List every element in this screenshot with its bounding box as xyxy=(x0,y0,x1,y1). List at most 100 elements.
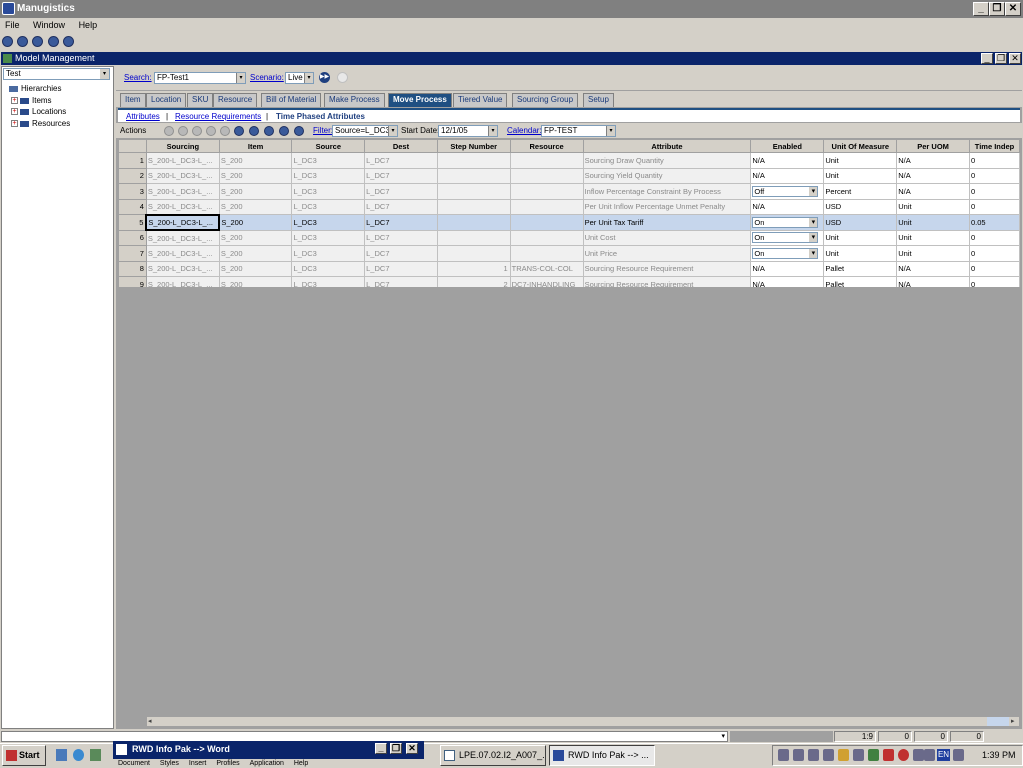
enabled-dropdown[interactable]: On xyxy=(752,247,819,259)
column-header[interactable]: Dest xyxy=(364,139,438,153)
cell-time[interactable]: 0 xyxy=(968,198,1020,215)
cell-step[interactable] xyxy=(436,167,511,184)
enabled-dropdown[interactable]: Off xyxy=(752,185,819,197)
cell-enabled[interactable]: Off xyxy=(750,183,825,200)
cell-uom[interactable]: Unit xyxy=(823,152,898,169)
help-icon[interactable] xyxy=(62,36,74,47)
model-icon[interactable] xyxy=(32,36,44,47)
table-row[interactable]: 2 S_200-L_DC3-L_... S_200 L_DC3 L_DC7 Sourcin… xyxy=(118,167,1020,184)
tab-location[interactable]: Location xyxy=(146,93,187,107)
calendar-link[interactable]: Calendar: xyxy=(507,123,542,138)
child-restore-button[interactable]: ❐ xyxy=(995,53,1007,64)
cell-dest[interactable]: L_DC7 xyxy=(364,276,438,287)
restore-button[interactable]: ❐ xyxy=(989,2,1005,16)
taskbar-button-rwd[interactable]: RWD Info Pak --> ... xyxy=(549,745,655,766)
cell-attribute[interactable]: Sourcing Draw Quantity xyxy=(582,152,752,169)
cell-enabled[interactable]: On xyxy=(750,229,825,246)
refresh-grid-icon[interactable] xyxy=(279,126,289,136)
cell-time[interactable]: 0.05 xyxy=(968,214,1020,231)
cell-time[interactable]: 0 xyxy=(968,183,1020,200)
cell-per_uom[interactable]: Unit xyxy=(896,214,970,231)
clear-icon[interactable] xyxy=(337,72,348,83)
quicklaunch-desktop-icon[interactable] xyxy=(56,749,67,761)
cell-item[interactable]: S_200 xyxy=(218,260,293,277)
tray-antivirus-icon[interactable] xyxy=(883,749,894,761)
minimize-button[interactable]: _ xyxy=(973,2,989,16)
cell-per_uom[interactable]: N/A xyxy=(896,260,970,277)
cell-enabled[interactable]: On xyxy=(750,214,825,231)
word-menu-document[interactable]: Document xyxy=(118,760,150,767)
start-date-field[interactable]: 12/1/05 ▾ xyxy=(438,125,498,137)
cell-dest[interactable]: L_DC7 xyxy=(364,198,438,215)
language-indicator[interactable]: EN xyxy=(937,749,950,761)
tab-sourcing-group[interactable]: Sourcing Group xyxy=(512,93,579,107)
cell-resource[interactable]: TRANS-COL-COL xyxy=(509,260,584,277)
word-menu-help[interactable]: Help xyxy=(294,760,308,767)
cell-attribute[interactable]: Sourcing Yield Quantity xyxy=(582,167,752,184)
cell-item[interactable]: S_200 xyxy=(218,167,293,184)
cell-resource[interactable] xyxy=(509,229,584,246)
cell-resource[interactable] xyxy=(509,198,584,215)
tray-monitor-icon[interactable] xyxy=(823,749,834,761)
cell-dest[interactable]: L_DC7 xyxy=(364,229,438,246)
cell-per_uom[interactable]: Unit xyxy=(896,245,970,262)
chevron-down-icon[interactable]: ▾ xyxy=(721,732,725,740)
cell-uom[interactable]: Pallet xyxy=(823,260,898,277)
column-header[interactable]: Unit Of Measure xyxy=(823,139,898,153)
child-close-button[interactable]: ✕ xyxy=(1009,53,1021,64)
row-number[interactable]: 3 xyxy=(118,183,147,200)
filter-link[interactable]: Filter: xyxy=(313,123,333,138)
cell-resource[interactable] xyxy=(509,183,584,200)
row-number[interactable]: 1 xyxy=(118,152,147,169)
tray-security-icon[interactable] xyxy=(838,749,849,761)
tree-item-resources[interactable]: + Resources xyxy=(11,118,70,129)
cell-source[interactable]: L_DC3 xyxy=(291,245,366,262)
cell-item[interactable]: S_200 xyxy=(218,245,293,262)
word-close-button[interactable]: ✕ xyxy=(406,743,418,754)
table-row[interactable]: 6 S_200-L_DC3-L_... S_200 L_DC3 L_DC7 Unit Co… xyxy=(118,229,1020,246)
word-menu-insert[interactable]: Insert xyxy=(189,760,207,767)
tray-alert-icon[interactable] xyxy=(898,749,909,761)
table-row[interactable]: 3 S_200-L_DC3-L_... S_200 L_DC3 L_DC7 Inflow … xyxy=(118,183,1020,200)
cell-resource[interactable] xyxy=(509,245,584,262)
copy-row-icon[interactable] xyxy=(178,126,188,136)
cell-per_uom[interactable]: N/A xyxy=(896,183,970,200)
cell-dest[interactable]: L_DC7 xyxy=(364,260,438,277)
chevron-down-icon[interactable]: ▾ xyxy=(606,126,615,136)
tab-item[interactable]: Item xyxy=(120,93,146,107)
chevron-down-icon[interactable]: ▾ xyxy=(304,73,313,83)
tray-sync-icon[interactable] xyxy=(868,749,879,761)
cell-enabled[interactable]: N/A xyxy=(750,276,825,287)
cell-step[interactable]: 1 xyxy=(436,260,511,277)
column-header[interactable]: Step Number xyxy=(436,139,511,153)
table-row[interactable]: 8 S_200-L_DC3-L_... S_200 L_DC3 L_DC7 1 TRANS-… xyxy=(118,260,1020,277)
cell-dest[interactable]: L_DC7 xyxy=(364,183,438,200)
chevron-down-icon[interactable]: ▾ xyxy=(388,126,397,136)
calendar-combo[interactable]: FP-TEST ▾ xyxy=(541,125,616,137)
word-minimize-button[interactable]: _ xyxy=(375,743,387,754)
redo-icon[interactable] xyxy=(220,126,230,136)
tree-root[interactable]: Hierarchies xyxy=(9,83,61,94)
cell-time[interactable]: 0 xyxy=(968,152,1020,169)
cell-item[interactable]: S_200 xyxy=(218,183,293,200)
tray-printer-icon[interactable] xyxy=(808,749,819,761)
chevron-down-icon[interactable]: ▾ xyxy=(236,73,245,83)
tray-network-icon[interactable] xyxy=(778,749,789,761)
quicklaunch-ie-icon[interactable] xyxy=(73,749,84,761)
quicklaunch-outlook-icon[interactable] xyxy=(90,749,101,761)
row-number[interactable]: 4 xyxy=(118,198,147,215)
cell-source[interactable]: L_DC3 xyxy=(291,276,366,287)
cell-attribute[interactable]: Sourcing Resource Requirement xyxy=(582,276,752,287)
tab-make-process[interactable]: Make Process xyxy=(324,93,385,107)
scroll-right-icon[interactable]: ▸ xyxy=(1011,717,1015,725)
row-number[interactable]: 2 xyxy=(118,167,147,184)
table-row[interactable]: 4 S_200-L_DC3-L_... S_200 L_DC3 L_DC7 Per Uni… xyxy=(118,198,1020,215)
word-window[interactable]: RWD Info Pak --> Word _ ❐ ✕ Document Sty… xyxy=(113,741,424,768)
close-button[interactable]: ✕ xyxy=(1005,2,1021,16)
menu-window[interactable]: Window xyxy=(33,20,65,30)
menu-file[interactable]: File xyxy=(5,20,20,30)
help-grid-icon[interactable] xyxy=(294,126,304,136)
cell-resource[interactable] xyxy=(509,167,584,184)
scroll-left-icon[interactable]: ◂ xyxy=(148,717,152,725)
expand-icon[interactable]: + xyxy=(11,120,18,128)
